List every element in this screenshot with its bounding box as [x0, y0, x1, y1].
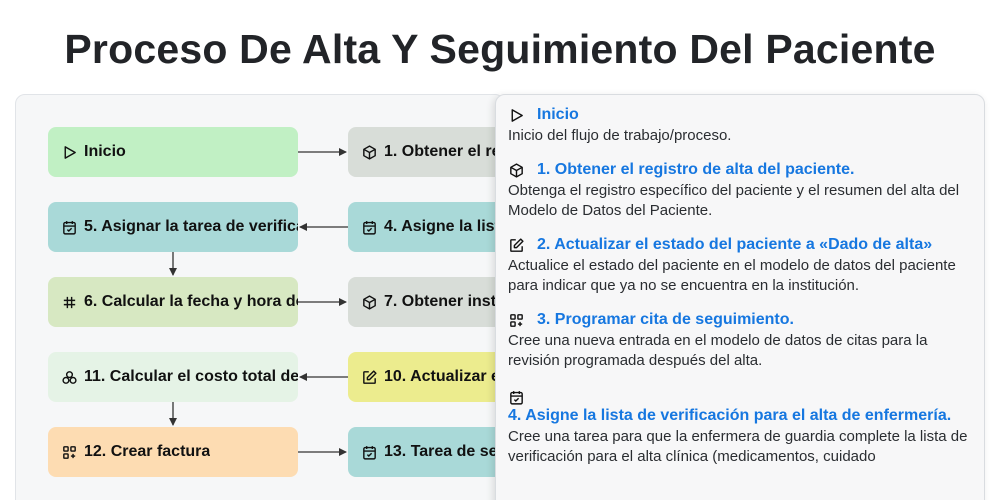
- cube-icon: [510, 163, 523, 178]
- node-step-4[interactable]: 4. Asigne la lista de verificación: [348, 202, 504, 252]
- calendar-check-icon: [363, 220, 376, 235]
- node-label: 13. Tarea de seguimiento: [384, 443, 504, 460]
- timeline-icon: [63, 296, 76, 308]
- step-description: Obtenga el registro específico del pacie…: [508, 182, 960, 219]
- step-detail-3: 3. Programar cita de seguimiento. Cree u…: [508, 310, 972, 371]
- grid-plus-icon: [63, 445, 76, 459]
- node-label: 12. Crear factura: [84, 443, 211, 460]
- step-detail-1: 1. Obtener el registro de alta del pacie…: [508, 160, 972, 221]
- cube-icon: [363, 294, 376, 310]
- node-step-7[interactable]: 7. Obtener instrucciones: [348, 277, 504, 327]
- step-description: Inicio del flujo de trabajo/proceso.: [508, 127, 732, 144]
- node-step-11[interactable]: 11. Calcular el costo total de: [48, 352, 298, 402]
- node-label: 10. Actualizar el: [384, 368, 505, 385]
- node-label: 7. Obtener instrucciones: [384, 293, 504, 310]
- step-detail-4: 4. Asigne la lista de verificación para …: [508, 385, 972, 467]
- cubes-icon: [62, 370, 77, 384]
- step-title[interactable]: Inicio: [537, 105, 579, 125]
- play-icon: [64, 145, 76, 159]
- node-step-10[interactable]: 10. Actualizar el: [348, 352, 505, 402]
- step-title[interactable]: 1. Obtener el registro de alta del pacie…: [537, 160, 854, 180]
- node-label: Inicio: [84, 143, 126, 160]
- node-step-13[interactable]: 13. Tarea de seguimiento: [348, 427, 504, 477]
- grid-plus-icon: [510, 314, 523, 327]
- step-title[interactable]: 4. Asigne la lista de verificación para …: [508, 406, 972, 426]
- node-label: 5. Asignar la tarea de verificación: [84, 218, 298, 235]
- step-detail-2: 2. Actualizar el estado del paciente a «…: [508, 235, 972, 296]
- play-icon: [511, 109, 523, 122]
- edit-icon: [363, 369, 377, 384]
- calendar-check-icon: [363, 445, 376, 460]
- node-step-6[interactable]: 6. Calcular la fecha y hora de: [48, 277, 298, 327]
- step-title[interactable]: 2. Actualizar el estado del paciente a «…: [537, 235, 932, 255]
- page-title: Proceso De Alta Y Seguimiento Del Pacien…: [64, 26, 936, 72]
- node-label: 6. Calcular la fecha y hora de: [84, 293, 298, 310]
- step-title[interactable]: 3. Programar cita de seguimiento.: [537, 310, 794, 330]
- calendar-check-icon: [63, 220, 76, 235]
- step-description: Cree una tarea para que la enfermera de …: [508, 428, 968, 465]
- step-description: Cree una nueva entrada en el modelo de d…: [508, 332, 928, 369]
- cube-icon: [363, 144, 376, 160]
- step-details-panel[interactable]: Inicio Inicio del flujo de trabajo/proce…: [495, 94, 985, 500]
- edit-icon: [510, 238, 524, 252]
- flow-canvas[interactable]: Inicio 1. Obtener el registro de alta de…: [15, 94, 505, 500]
- calendar-check-icon: [510, 391, 523, 405]
- node-label: 4. Asigne la lista de verificación: [384, 218, 504, 235]
- step-detail-inicio: Inicio Inicio del flujo de trabajo/proce…: [508, 105, 972, 146]
- step-description: Actualice el estado del paciente en el m…: [508, 257, 956, 294]
- node-step-12[interactable]: 12. Crear factura: [48, 427, 298, 477]
- node-step-5[interactable]: 5. Asignar la tarea de verificación: [48, 202, 298, 252]
- node-label: 11. Calcular el costo total de: [84, 368, 298, 385]
- node-label: 1. Obtener el registro de alta del pacie…: [384, 143, 504, 160]
- node-step-1[interactable]: 1. Obtener el registro de alta del pacie…: [348, 127, 504, 177]
- node-inicio[interactable]: Inicio: [48, 127, 298, 177]
